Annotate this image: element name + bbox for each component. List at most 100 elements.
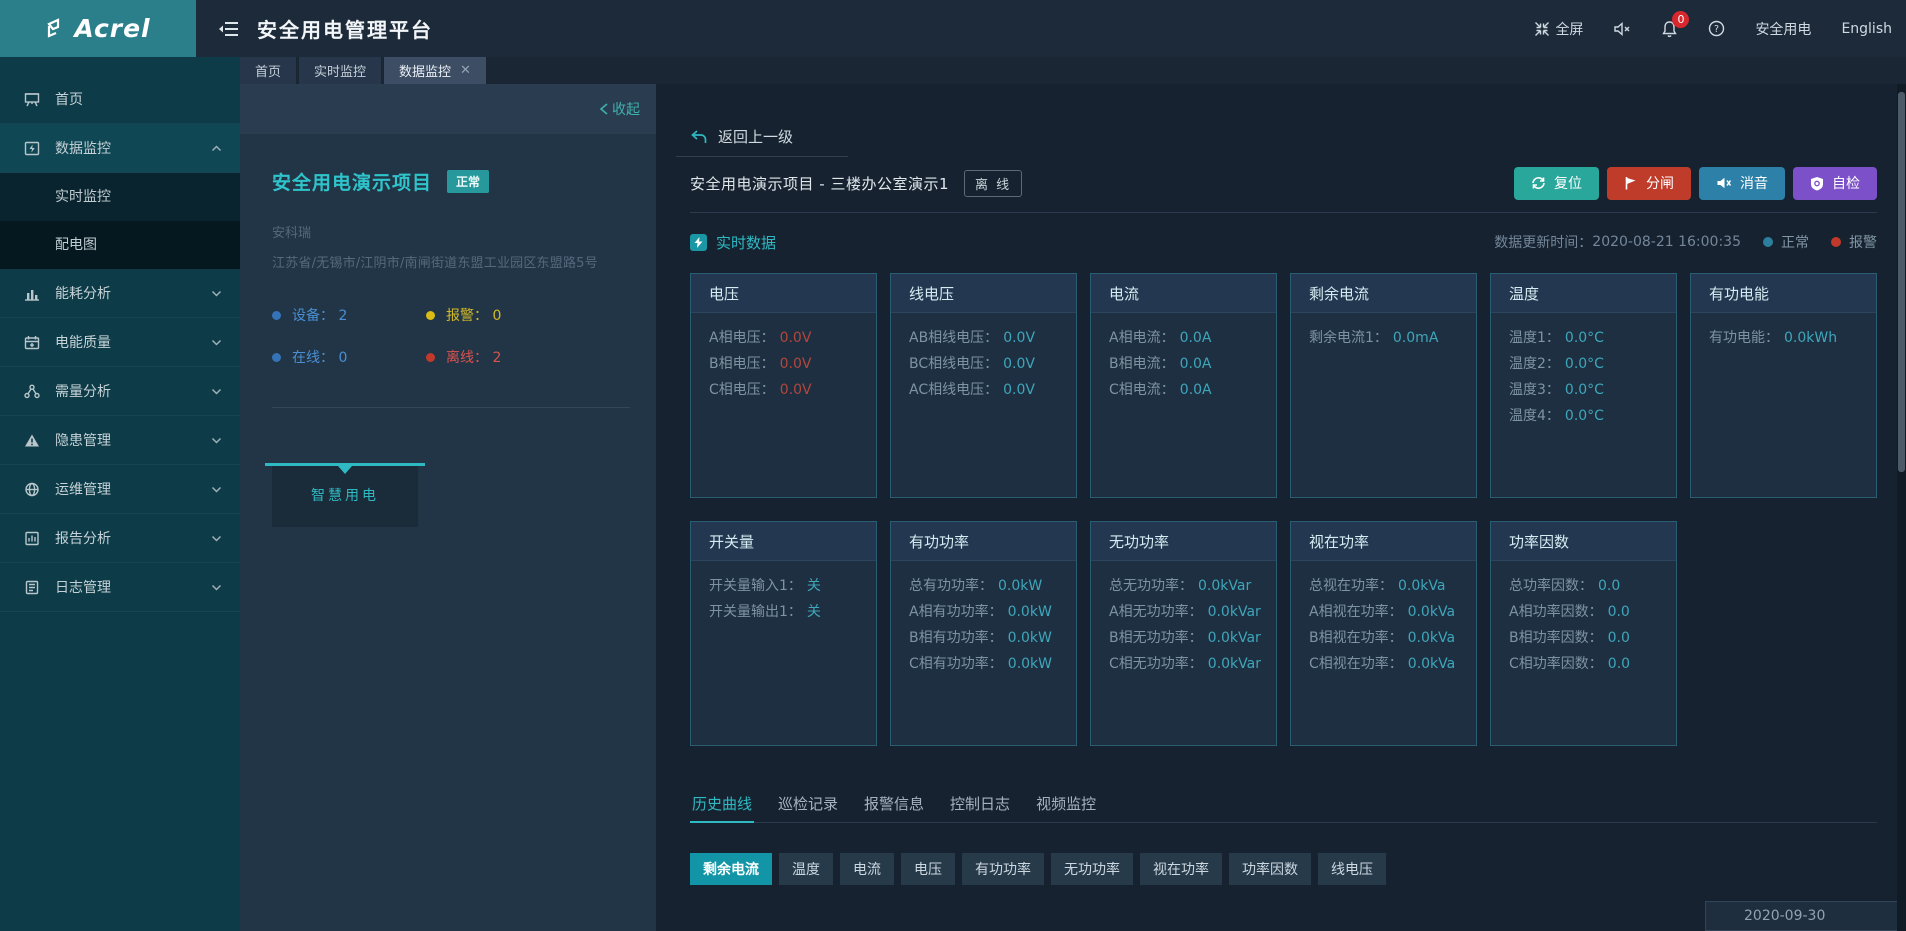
card-row: 温度2：0.0°C [1509,351,1666,377]
tree-arrow-icon [338,466,352,481]
chip-无功功率[interactable]: 无功功率 [1051,853,1133,885]
sidebar-item-需量分析[interactable]: 需量分析 [0,367,240,416]
sidebar-subitem-实时监控[interactable]: 实时监控 [0,173,240,221]
chevron-down-icon [211,339,222,346]
panel-body: 安全用电演示项目 正常 安科瑞 江苏省/无锡市/江阴市/南闸街道东盟工业园区东盟… [240,134,656,527]
project-panel: 收起 安全用电演示项目 正常 安科瑞 江苏省/无锡市/江阴市/南闸街道东盟工业园… [240,84,656,931]
card-row: C相视在功率：0.0kVa [1309,651,1466,677]
project-title: 安全用电演示项目 [272,168,432,195]
card-title: 有功功率 [891,522,1076,561]
update-time-label: 数据更新时间： [1494,232,1592,252]
tab-数据监控[interactable]: 数据监控✕ [384,57,486,84]
chip-剩余电流[interactable]: 剩余电流 [690,853,772,885]
menu-fold-icon[interactable] [218,20,239,38]
tab-实时监控[interactable]: 实时监控 [299,57,381,84]
card-value: 0.0V [780,330,812,346]
chip-温度[interactable]: 温度 [779,853,833,885]
tab-bar: 首页实时监控数据监控✕ [240,57,1906,84]
tab-首页[interactable]: 首页 [240,57,296,84]
bottom-tab-视频监控[interactable]: 视频监控 [1034,793,1098,822]
stat-label: 设备： 2 [292,305,347,325]
calendar-icon [24,335,41,350]
scrollbar-thumb[interactable] [1898,92,1905,472]
vertical-scrollbar[interactable] [1897,84,1906,931]
分闸-button[interactable]: 分闸 [1607,167,1691,200]
bottom-tab-控制日志[interactable]: 控制日志 [948,793,1012,822]
device-actions: 复位分闸消音自检 [1514,167,1877,200]
svg-text:?: ? [1714,24,1719,35]
stat-设备: 设备： 2 [272,305,426,325]
user-menu[interactable]: 安全用电 [1755,19,1811,39]
date-picker-input[interactable]: 2020-09-30 [1705,901,1906,931]
mute-speaker-button[interactable] [1613,21,1631,37]
warning-icon [24,433,41,448]
card-value: 0.0 [1608,630,1630,646]
card-value: 0.0V [1003,356,1035,372]
board-icon [24,92,41,107]
chevron-down-icon [211,388,222,395]
card-value: 关 [807,578,821,594]
tab-close-icon[interactable]: ✕ [460,64,471,77]
sidebar-subitem-配电图[interactable]: 配电图 [0,221,240,269]
card-row: B相无功功率：0.0kVar [1109,625,1266,651]
card-title: 电压 [691,274,876,313]
card-row: C相电压：0.0V [709,377,866,403]
card-title: 功率因数 [1491,522,1676,561]
chip-线电压[interactable]: 线电压 [1318,853,1386,885]
sidebar-item-能耗分析[interactable]: 能耗分析 [0,269,240,318]
sidebar-item-隐患管理[interactable]: 隐患管理 [0,416,240,465]
card-row: A相电流：0.0A [1109,325,1266,351]
sidebar-item-label: 首页 [55,89,83,109]
sidebar-item-首页[interactable]: 首页 [0,75,240,124]
back-button[interactable]: 返回上一级 [690,126,1877,147]
chevron-down-icon [211,290,222,297]
chevron-down-icon [211,535,222,542]
collapse-panel-button[interactable]: 收起 [599,99,640,119]
fullscreen-button[interactable]: 全屏 [1534,19,1583,39]
自检-button[interactable]: 自检 [1793,167,1877,200]
shield-icon [1810,176,1824,191]
chip-视在功率[interactable]: 视在功率 [1140,853,1222,885]
复位-button[interactable]: 复位 [1514,167,1599,200]
globe-icon [24,482,41,497]
flag-icon [1624,176,1638,190]
chip-电压[interactable]: 电压 [901,853,955,885]
sidebar-item-报告分析[interactable]: 报告分析 [0,514,240,563]
card-value: 0.0kVa [1408,656,1455,672]
card-剩余电流: 剩余电流剩余电流1：0.0mA [1290,273,1477,498]
sidebar-item-日志管理[interactable]: 日志管理 [0,563,240,612]
bottom-tab-历史曲线[interactable]: 历史曲线 [690,793,754,822]
bottom-tab-报警信息[interactable]: 报警信息 [862,793,926,822]
card-value: 关 [807,604,821,620]
chip-功率因数[interactable]: 功率因数 [1229,853,1311,885]
消音-button[interactable]: 消音 [1699,167,1785,200]
language-switch[interactable]: English [1841,21,1892,37]
legend-报警: 报警 [1831,232,1877,252]
help-button[interactable]: ? [1708,20,1725,37]
panel-header-strip: 收起 [240,84,656,134]
header-right: 全屏 0 ? 安全用电 English [1534,19,1892,39]
sidebar-item-电能质量[interactable]: 电能质量 [0,318,240,367]
bottom-tab-巡检记录[interactable]: 巡检记录 [776,793,840,822]
barchart-icon [24,286,41,301]
stat-dot [426,311,435,320]
project-stats: 设备： 2报警： 0在线： 0离线： 2 [272,305,630,367]
panel-divider [272,407,630,408]
card-value: 0.0 [1608,604,1630,620]
section-title: 实时数据 [690,232,776,253]
tab-label: 实时监控 [314,61,366,80]
chip-电流[interactable]: 电流 [840,853,894,885]
device-tree: 智慧用电 [272,463,418,527]
card-row: 温度1：0.0°C [1509,325,1666,351]
update-time-value: 2020-08-21 16:00:35 [1592,234,1741,250]
sidebar-item-运维管理[interactable]: 运维管理 [0,465,240,514]
stat-报警: 报警： 0 [426,305,630,325]
card-value: 0.0 [1608,656,1630,672]
sidebar-menu: 首页数据监控实时监控配电图能耗分析电能质量需量分析隐患管理运维管理报告分析日志管… [0,57,240,931]
stat-dot [272,353,281,362]
chip-有功功率[interactable]: 有功功率 [962,853,1044,885]
card-value: 0.0kW [1008,656,1052,672]
sidebar-item-数据监控[interactable]: 数据监控 [0,124,240,173]
notifications-button[interactable]: 0 [1661,20,1678,38]
card-title: 开关量 [691,522,876,561]
